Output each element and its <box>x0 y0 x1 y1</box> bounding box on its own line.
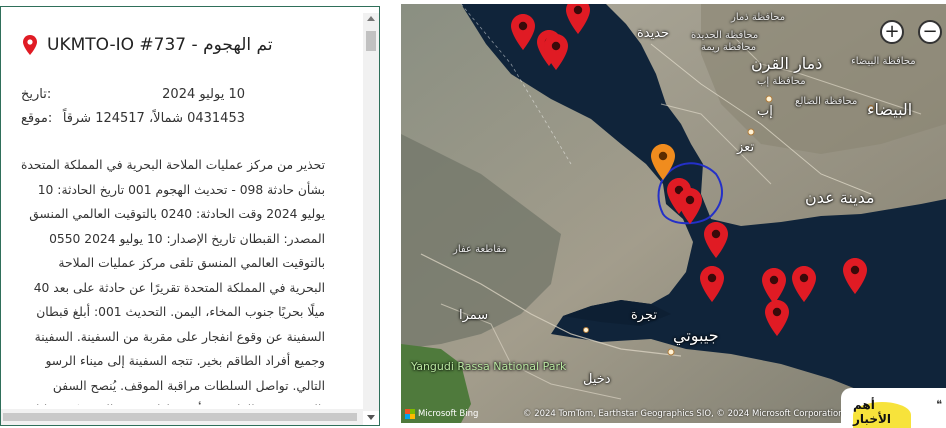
map-label-aden: مدينة عدن <box>805 188 875 207</box>
incident-pin[interactable] <box>678 188 702 224</box>
date-value: 10 يوليو 2024 <box>162 87 245 102</box>
zoom-in-icon: + <box>884 21 900 42</box>
zoom-out-button[interactable]: − <box>918 20 942 44</box>
top-news-badge[interactable]: ❝ أهم الأخبار <box>841 388 946 428</box>
map-label-obock: مقاطعة عفار <box>453 244 507 255</box>
top-news-label: أهم الأخبار <box>853 398 911 428</box>
map-pin-icon <box>23 35 37 55</box>
scroll-up-arrow-icon[interactable] <box>367 16 375 21</box>
map-label-bayda: البيضاء <box>867 100 913 119</box>
map-label-gov-dhale: محافظة الضالع <box>795 96 858 107</box>
horizontal-scrollbar[interactable] <box>1 409 363 425</box>
quote-icon: ❝ <box>936 398 942 411</box>
incident-pin[interactable] <box>511 14 535 50</box>
map-label-gov-ibb: محافظة إب <box>757 76 806 87</box>
horizontal-scrollbar-thumb[interactable] <box>3 413 357 421</box>
map-label-gov-dhamar: محافظة ذمار <box>731 12 786 23</box>
vertical-scrollbar-thumb[interactable] <box>366 31 376 51</box>
incident-pin[interactable] <box>765 300 789 336</box>
incident-pin[interactable] <box>566 4 590 34</box>
date-label: تاريخ: <box>21 87 52 102</box>
map-label-taiz: تعز <box>737 140 755 155</box>
scroll-down-arrow-icon[interactable] <box>367 415 375 420</box>
map-label-park: Yangudi Rassa National Park <box>411 360 566 373</box>
zoom-out-icon: − <box>922 21 938 42</box>
incident-pin[interactable] <box>544 34 568 70</box>
map-label-hodeidah: حديدة <box>637 26 670 41</box>
bing-logo-text: Microsoft Bing <box>418 409 479 419</box>
map-label-djibouti: جيبوتي <box>673 326 719 345</box>
map-label-samara: سمرا <box>459 308 489 323</box>
incident-pin[interactable] <box>792 266 816 302</box>
latest-incident-pin[interactable] <box>651 144 675 180</box>
map-label-gov-raymah: محافظة ريمة <box>701 42 757 53</box>
map-label-ibb: إب <box>757 104 773 119</box>
map-attribution[interactable]: © 2024 TomTom, Earthstar Geographics SIO… <box>523 409 844 419</box>
location-value: 0431453 شمالاً، 124517 شرقاً <box>62 111 245 126</box>
map-label-dikhil: دخيل <box>583 372 611 387</box>
map-label-gov-hodeidah: محافظة الحديدة <box>691 30 759 41</box>
location-label: موقع: <box>21 111 53 126</box>
incident-panel-content: UKMTO-IO #737 - تم الهجوم تاريخ: 10 يولي… <box>1 7 363 405</box>
incident-title-row: UKMTO-IO #737 - تم الهجوم <box>23 35 273 55</box>
zoom-in-button[interactable]: + <box>880 20 904 44</box>
microsoft-logo-icon <box>405 409 415 419</box>
incident-map[interactable]: حديدة ذمار القرن إب تعز البيضاء مدينة عد… <box>401 4 946 423</box>
incident-panel: UKMTO-IO #737 - تم الهجوم تاريخ: 10 يولي… <box>0 6 380 426</box>
vertical-scrollbar[interactable] <box>363 13 379 411</box>
incident-pin[interactable] <box>762 268 786 304</box>
incident-pin[interactable] <box>704 222 728 258</box>
incident-pin[interactable] <box>843 258 867 294</box>
incident-title: UKMTO-IO #737 - تم الهجوم <box>47 35 273 55</box>
map-label-tadjourah: تجرة <box>631 308 657 323</box>
map-label-dhamar: ذمار القرن <box>751 54 823 73</box>
incident-pin[interactable] <box>700 266 724 302</box>
map-label-gov-bayda: محافظة البيضاء <box>851 56 916 67</box>
bing-logo[interactable]: Microsoft Bing <box>405 409 478 419</box>
incident-description: تحذير من مركز عمليات الملاحة البحرية في … <box>21 158 325 405</box>
